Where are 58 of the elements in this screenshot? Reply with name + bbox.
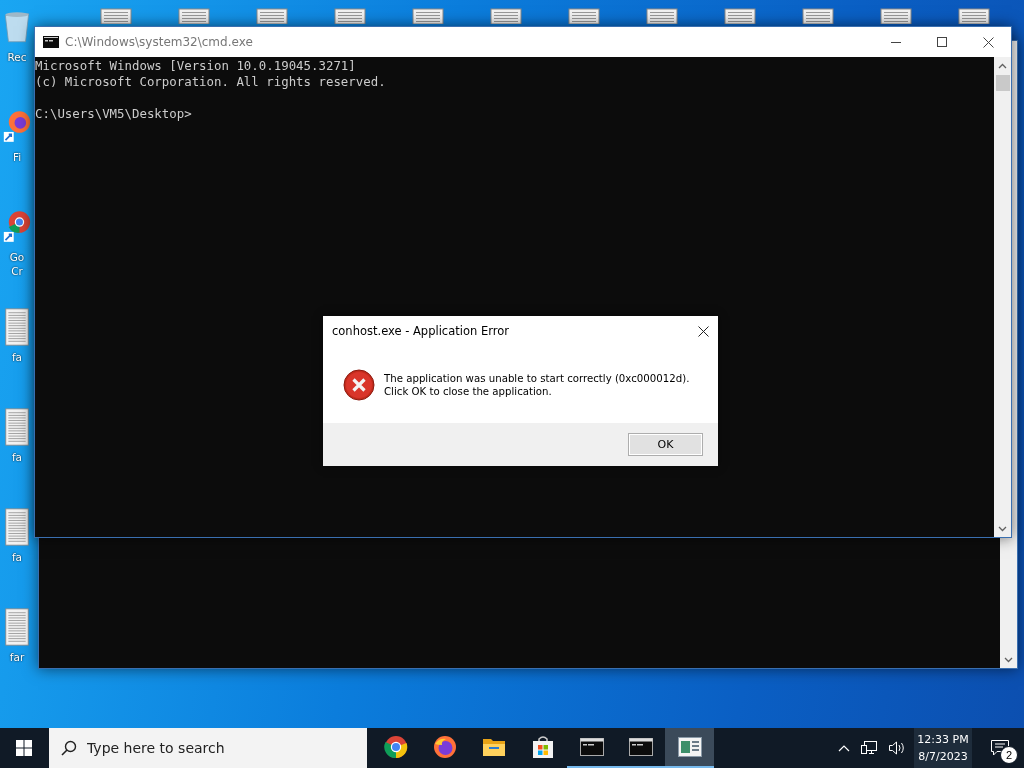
monitor-icon [860,740,878,756]
console-output-line: Microsoft Windows [Version 10.0.19045.3271] [35,58,357,74]
document-icon[interactable] [958,8,990,24]
ok-button[interactable]: OK [628,433,703,456]
desktop-icon-label: fa [11,450,23,464]
document-icon[interactable] [334,8,366,24]
firefox-icon[interactable] [432,735,457,759]
search-icon [61,740,77,756]
text-file-icon[interactable] [3,608,31,646]
window-title: C:\Windows\system32\cmd.exe [65,35,254,49]
text-file-icon[interactable] [3,508,31,546]
command-prompt: C:\Users\VM5\Desktop> [35,106,193,122]
chevron-up-icon [998,62,1007,69]
error-message: Click OK to close the application. [384,384,553,398]
text-file-icon[interactable] [3,408,31,446]
notepad-icon[interactable] [677,737,702,757]
close-icon [697,325,709,337]
notifications-button[interactable]: 2 [976,728,1024,768]
document-icon[interactable] [880,8,912,24]
console-icon [43,36,59,48]
scrollbar[interactable] [994,57,1011,537]
console-icon[interactable] [579,738,604,756]
clock[interactable]: 12:33 PM 8/7/2023 [914,728,972,768]
search-field[interactable]: Type here to search [49,728,367,768]
desktop-icon-label: Fi [12,150,22,164]
notifications-icon [990,739,1010,757]
document-icon[interactable] [412,8,444,24]
document-icon[interactable] [100,8,132,24]
maximize-icon [937,37,947,47]
text-file-icon[interactable] [3,308,31,346]
dialog-title: conhost.exe - Application Error [332,324,510,338]
chevron-up-icon [838,744,850,752]
document-icon[interactable] [802,8,834,24]
desktop-icon-label: Rec [7,50,27,64]
error-icon [343,368,375,401]
document-icon[interactable] [724,8,756,24]
chevron-down-icon [998,525,1007,532]
document-icon[interactable] [256,8,288,24]
desktop-icon-label: far [9,650,25,664]
desktop-icon-label: fa [11,550,23,564]
desktop-icon-label: Go Cr [8,250,26,278]
folder-icon[interactable] [481,736,506,758]
desktop-icon-label: fa [11,350,23,364]
document-icon[interactable] [646,8,678,24]
windows-logo-icon [16,740,32,756]
error-message: The application was unable to start correctly (0xc000012d). [384,371,690,385]
document-icon[interactable] [568,8,600,24]
chrome-icon[interactable] [383,735,408,759]
notification-count-badge: 2 [1000,746,1018,764]
scrollbar-thumb[interactable] [995,75,1010,91]
chevron-down-icon [1004,656,1013,663]
speaker-icon [888,740,906,756]
document-icon[interactable] [178,8,210,24]
console-icon[interactable] [628,738,653,756]
close-icon [982,36,994,48]
store-icon[interactable] [530,735,555,759]
console-output-line: (c) Microsoft Corporation. All rights reserved. [35,74,387,90]
document-icon[interactable] [490,8,522,24]
